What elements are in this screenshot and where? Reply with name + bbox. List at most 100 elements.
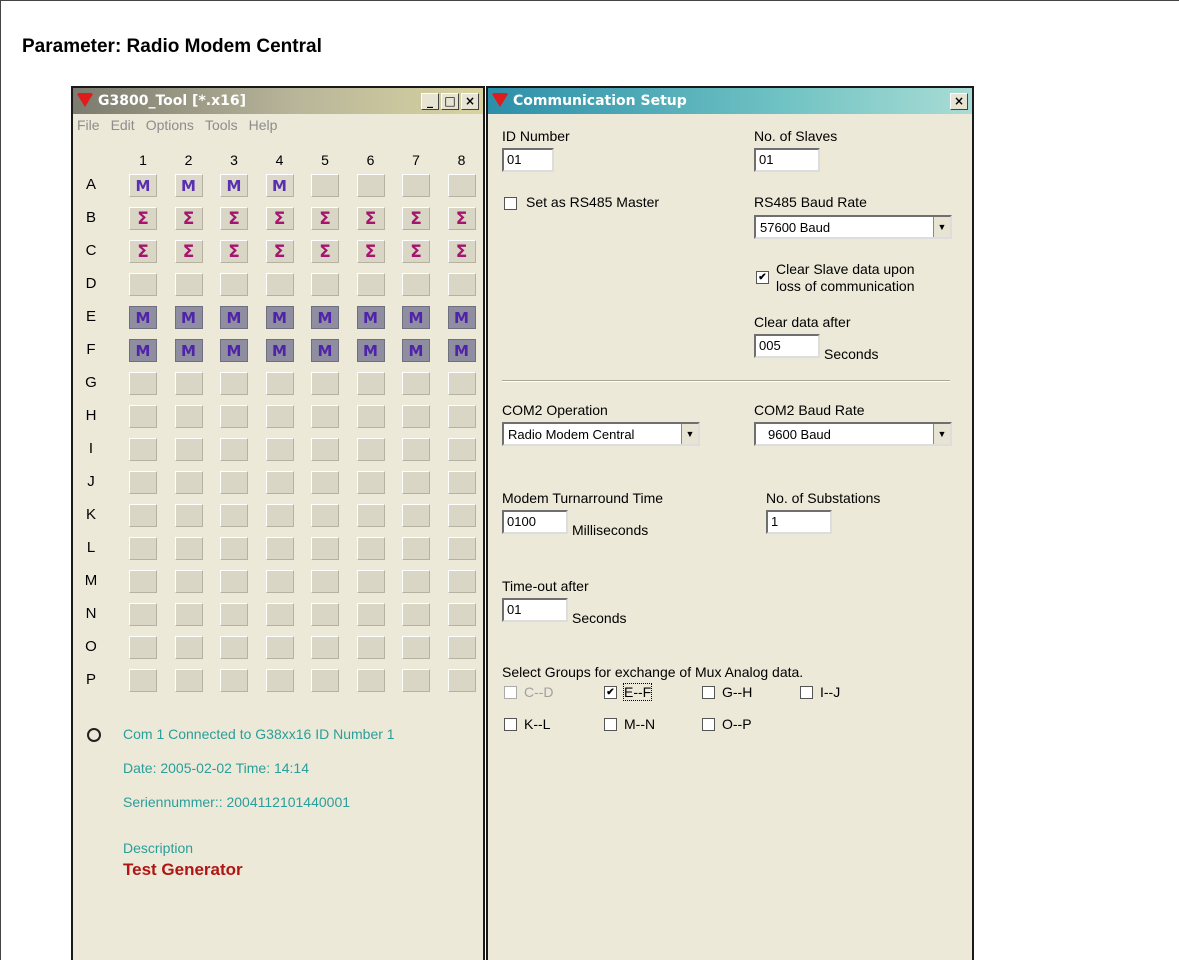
timeout-field[interactable]: 01 [502, 598, 568, 622]
menu-file[interactable]: File [77, 117, 100, 133]
channel-cell[interactable]: M [220, 306, 248, 329]
group-op-checkbox[interactable] [702, 718, 715, 731]
channel-cell[interactable] [311, 405, 339, 428]
channel-cell[interactable] [220, 438, 248, 461]
channel-cell[interactable] [265, 669, 294, 692]
channel-cell[interactable] [174, 471, 203, 494]
channel-cell[interactable] [447, 669, 476, 692]
channel-cell[interactable] [220, 669, 248, 692]
channel-cell[interactable] [402, 669, 430, 692]
channel-cell[interactable]: M [220, 174, 248, 197]
menu-help[interactable]: Help [249, 117, 278, 133]
menu-tools[interactable]: Tools [205, 117, 238, 133]
id-number-field[interactable]: 01 [502, 148, 554, 172]
channel-cell[interactable] [265, 438, 294, 461]
channel-cell[interactable]: M [402, 306, 430, 329]
tool-titlebar[interactable]: G3800_Tool [*.x16] _ □ × [73, 88, 483, 114]
channel-cell[interactable]: M [265, 306, 294, 329]
channel-cell[interactable] [174, 405, 203, 428]
channel-cell[interactable] [265, 636, 294, 659]
channel-cell[interactable] [129, 273, 157, 296]
channel-cell[interactable] [129, 405, 157, 428]
channel-cell[interactable] [129, 372, 157, 395]
channel-cell[interactable] [356, 471, 385, 494]
channel-cell[interactable]: M [174, 306, 203, 329]
rs485-master-checkbox[interactable] [504, 197, 517, 210]
maximize-button[interactable]: □ [441, 92, 459, 110]
channel-cell[interactable] [356, 405, 385, 428]
channel-cell[interactable]: M [129, 174, 157, 197]
channel-cell[interactable] [129, 669, 157, 692]
channel-cell[interactable] [129, 636, 157, 659]
channel-cell[interactable] [356, 273, 385, 296]
channel-cell[interactable] [220, 603, 248, 626]
channel-cell[interactable]: M [402, 339, 430, 362]
group-ij-checkbox[interactable] [800, 686, 813, 699]
channel-cell[interactable] [311, 504, 339, 527]
channel-cell[interactable]: Σ [447, 207, 476, 230]
channel-cell[interactable] [311, 603, 339, 626]
channel-cell[interactable] [265, 405, 294, 428]
rs485-baud-select[interactable]: 57600 Baud ▼ [754, 215, 952, 239]
channel-cell[interactable]: Σ [174, 207, 203, 230]
slaves-field[interactable]: 01 [754, 148, 820, 172]
channel-cell[interactable] [447, 636, 476, 659]
channel-cell[interactable] [447, 537, 476, 560]
channel-cell[interactable]: M [265, 174, 294, 197]
channel-cell[interactable] [402, 273, 430, 296]
channel-cell[interactable] [174, 636, 203, 659]
channel-cell[interactable] [311, 174, 339, 197]
channel-cell[interactable] [402, 438, 430, 461]
channel-cell[interactable] [220, 372, 248, 395]
channel-cell[interactable]: Σ [129, 207, 157, 230]
channel-cell[interactable] [402, 504, 430, 527]
channel-cell[interactable] [311, 372, 339, 395]
channel-cell[interactable] [447, 372, 476, 395]
channel-cell[interactable] [447, 603, 476, 626]
channel-cell[interactable] [265, 471, 294, 494]
group-cd-checkbox[interactable] [504, 686, 517, 699]
channel-cell[interactable]: M [356, 339, 385, 362]
channel-cell[interactable] [402, 405, 430, 428]
channel-cell[interactable] [265, 504, 294, 527]
channel-cell[interactable] [220, 537, 248, 560]
channel-cell[interactable] [265, 570, 294, 593]
channel-cell[interactable] [129, 603, 157, 626]
com2-baud-select[interactable]: 9600 Baud ▼ [754, 422, 952, 446]
channel-cell[interactable] [129, 570, 157, 593]
close-button[interactable]: × [461, 92, 479, 110]
channel-cell[interactable] [356, 570, 385, 593]
clear-after-field[interactable]: 005 [754, 334, 820, 358]
channel-cell[interactable] [220, 273, 248, 296]
channel-cell[interactable] [356, 438, 385, 461]
channel-cell[interactable] [174, 537, 203, 560]
channel-cell[interactable] [356, 372, 385, 395]
channel-cell[interactable] [402, 570, 430, 593]
channel-cell[interactable] [356, 504, 385, 527]
dropdown-arrow-icon[interactable]: ▼ [681, 424, 698, 444]
channel-cell[interactable] [402, 603, 430, 626]
channel-cell[interactable]: M [311, 306, 339, 329]
menu-edit[interactable]: Edit [111, 117, 135, 133]
channel-cell[interactable] [265, 273, 294, 296]
channel-cell[interactable] [356, 537, 385, 560]
channel-cell[interactable]: Σ [265, 240, 294, 263]
channel-cell[interactable] [129, 471, 157, 494]
comm-titlebar[interactable]: Communication Setup × [488, 88, 972, 114]
channel-cell[interactable]: M [129, 339, 157, 362]
channel-cell[interactable] [311, 636, 339, 659]
group-mn-checkbox[interactable] [604, 718, 617, 731]
channel-cell[interactable] [174, 372, 203, 395]
channel-cell[interactable] [356, 669, 385, 692]
channel-cell[interactable]: M [447, 306, 476, 329]
channel-cell[interactable] [356, 603, 385, 626]
channel-cell[interactable]: M [447, 339, 476, 362]
channel-cell[interactable] [220, 636, 248, 659]
channel-cell[interactable] [129, 504, 157, 527]
channel-cell[interactable] [220, 471, 248, 494]
substations-field[interactable]: 1 [766, 510, 832, 534]
channel-cell[interactable]: Σ [129, 240, 157, 263]
channel-cell[interactable]: Σ [174, 240, 203, 263]
channel-cell[interactable] [220, 504, 248, 527]
clear-slave-checkbox[interactable] [756, 271, 769, 284]
